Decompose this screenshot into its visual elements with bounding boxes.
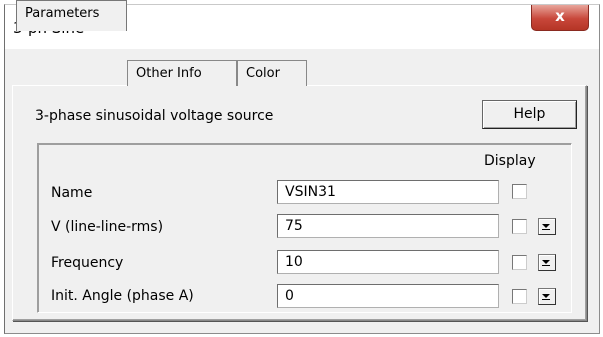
param-label-name: Name xyxy=(51,185,93,201)
display-column-header: Display xyxy=(484,153,536,169)
display-checkbox-name[interactable] xyxy=(512,184,527,199)
display-checkbox-init-angle[interactable] xyxy=(512,289,527,304)
close-icon: x xyxy=(555,7,565,25)
param-label-voltage: V (line-line-rms) xyxy=(51,219,164,235)
chevron-down-icon xyxy=(542,260,550,266)
voltage-input[interactable]: 75 xyxy=(277,214,499,238)
frequency-dropdown-button[interactable] xyxy=(538,254,556,271)
chevron-down-icon xyxy=(542,224,550,230)
param-label-frequency: Frequency xyxy=(51,255,124,271)
voltage-dropdown-button[interactable] xyxy=(538,218,556,235)
tab-color[interactable]: Color xyxy=(237,60,307,86)
component-description: 3-phase sinusoidal voltage source xyxy=(35,108,274,124)
chevron-down-icon xyxy=(542,294,550,300)
frequency-input[interactable]: 10 xyxy=(277,250,499,274)
name-input[interactable]: VSIN31 xyxy=(277,180,499,204)
display-checkbox-voltage[interactable] xyxy=(512,219,527,234)
tab-other-info[interactable]: Other Info xyxy=(127,60,237,86)
param-label-init-angle: Init. Angle (phase A) xyxy=(51,288,194,304)
tab-parameters[interactable]: Parameters xyxy=(16,0,127,31)
init-angle-input[interactable]: 0 xyxy=(277,284,499,308)
init-angle-dropdown-button[interactable] xyxy=(538,288,556,305)
help-button[interactable]: Help xyxy=(482,100,577,129)
close-button[interactable]: x xyxy=(531,5,589,31)
display-checkbox-frequency[interactable] xyxy=(512,255,527,270)
